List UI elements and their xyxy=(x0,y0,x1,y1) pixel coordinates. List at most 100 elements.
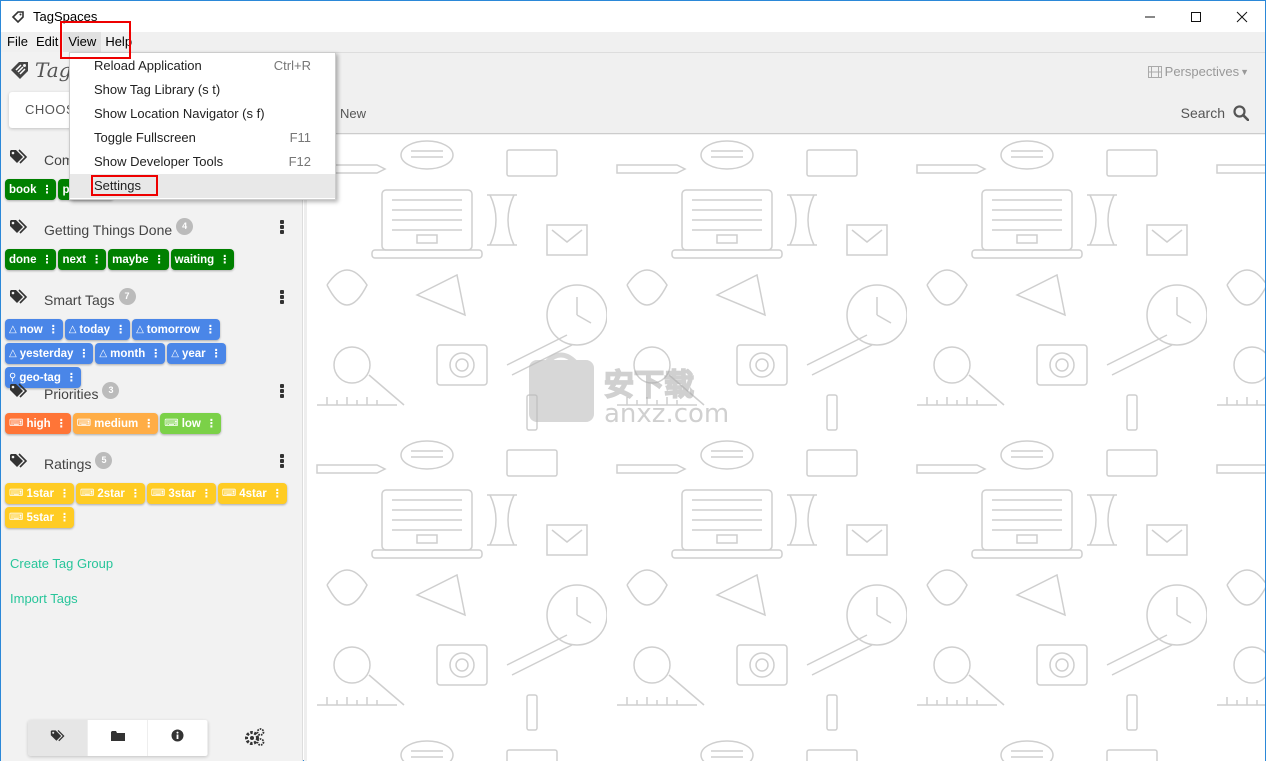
tag-info-icon[interactable]: ⋮ xyxy=(59,511,70,524)
new-button[interactable]: New xyxy=(340,106,366,121)
cogs-icon xyxy=(244,728,266,751)
tags-icon xyxy=(9,219,29,235)
tags-icon xyxy=(50,729,66,748)
tag-label: today xyxy=(79,323,111,336)
tag-info-icon[interactable]: ⋮ xyxy=(150,347,161,360)
tag-label: tomorrow xyxy=(146,323,200,336)
tag-info-icon[interactable]: ⋮ xyxy=(272,487,283,500)
group-menu-icon[interactable] xyxy=(277,218,287,236)
tag-now[interactable]: △ now ⋮ xyxy=(5,319,63,340)
location-navigator-tab[interactable] xyxy=(88,720,148,756)
tag-count-badge: 7 xyxy=(118,288,136,305)
tag-2star[interactable]: ⌨ 2star ⋮ xyxy=(75,483,145,504)
tag-info-icon[interactable]: ⋮ xyxy=(205,323,216,336)
tag-group-priorities: Priorities 3 ⌨ high ⋮ ⌨ medium ⋮ ⌨ low ⋮ xyxy=(1,379,303,434)
tag-waiting[interactable]: waiting ⋮ xyxy=(170,249,235,270)
shortcut-label: F11 xyxy=(289,130,311,145)
tag-label: 5star xyxy=(26,511,54,524)
tag-info-icon[interactable]: ⋮ xyxy=(41,183,52,196)
tag-label: 4star xyxy=(239,487,267,500)
tag-label: 3star xyxy=(168,487,196,500)
tag-info-icon[interactable]: ⋮ xyxy=(115,323,126,336)
menu-item-show-location-navigator[interactable]: Show Location Navigator (s f) xyxy=(70,102,335,126)
tags-icon xyxy=(9,149,29,165)
tag-label: month xyxy=(110,347,146,360)
tag-info-icon[interactable]: ⋮ xyxy=(143,417,154,430)
tag-month[interactable]: △ month ⋮ xyxy=(95,343,166,364)
tag-4star[interactable]: ⌨ 4star ⋮ xyxy=(217,483,287,504)
tag-library-tab[interactable] xyxy=(28,720,88,756)
menu-file[interactable]: File xyxy=(1,32,33,52)
sidebar-bottom-toolbar xyxy=(28,720,208,756)
tag-info-icon[interactable]: ⋮ xyxy=(41,253,52,266)
tag-low[interactable]: ⌨ low ⋮ xyxy=(160,413,221,434)
tag-done[interactable]: done ⋮ xyxy=(5,249,57,270)
app-window: TagSpaces File Edit View Help TagSpaces … xyxy=(0,0,1266,761)
maximize-button[interactable] xyxy=(1173,1,1219,32)
tag-label: book xyxy=(9,183,37,196)
tag-yesterday[interactable]: △ yesterday ⋮ xyxy=(5,343,94,364)
tag-group-getting-things-done: Getting Things Done 4 done ⋮ next ⋮ maybe ⋮ … xyxy=(1,215,303,270)
minimize-button[interactable] xyxy=(1127,1,1173,32)
tag-group-title[interactable]: Getting Things Done 4 xyxy=(44,218,194,238)
group-menu-icon[interactable] xyxy=(277,452,287,470)
menu-item-toggle-fullscreen[interactable]: Toggle Fullscreen F11 xyxy=(70,126,335,150)
tag-group-title-text: Priorities xyxy=(44,386,99,402)
menu-item-label: Reload Application xyxy=(94,58,202,73)
tag-info-icon[interactable]: ⋮ xyxy=(59,487,70,500)
tag-next[interactable]: next ⋮ xyxy=(58,249,107,270)
tag-info-icon[interactable]: ⋮ xyxy=(78,347,89,360)
flask-icon: △ xyxy=(68,324,77,335)
tag-info-icon[interactable]: ⋮ xyxy=(91,253,102,266)
tag-app-icon xyxy=(11,10,25,24)
tag-group-title[interactable]: Smart Tags 7 xyxy=(44,288,136,308)
tag-5star[interactable]: ⌨ 5star ⋮ xyxy=(5,507,74,528)
tag-1star[interactable]: ⌨ 1star ⋮ xyxy=(5,483,74,504)
create-tag-group-link[interactable]: Create Tag Group xyxy=(10,556,113,571)
menu-item-show-tag-library[interactable]: Show Tag Library (s t) xyxy=(70,78,335,102)
tag-label: waiting xyxy=(174,253,215,266)
tag-info-icon[interactable]: ⋮ xyxy=(154,253,165,266)
tag-maybe[interactable]: maybe ⋮ xyxy=(108,249,169,270)
menu-item-label: Show Developer Tools xyxy=(94,154,224,169)
menu-item-show-developer-tools[interactable]: Show Developer Tools F12 xyxy=(70,150,335,174)
menu-bar: File Edit View Help xyxy=(1,32,1265,52)
close-button[interactable] xyxy=(1219,1,1265,32)
group-menu-icon[interactable] xyxy=(277,288,287,306)
tag-label: low xyxy=(181,417,201,430)
tag-group-title[interactable]: Ratings 5 xyxy=(44,452,113,472)
tag-today[interactable]: △ today ⋮ xyxy=(64,319,131,340)
search-button[interactable]: Search xyxy=(1181,105,1249,121)
tag-year[interactable]: △ year ⋮ xyxy=(167,343,226,364)
tag-info-icon[interactable]: ⋮ xyxy=(201,487,212,500)
tag-count-badge: 3 xyxy=(102,382,120,399)
keyboard-icon: ⌨ xyxy=(150,488,166,499)
annotation-box-settings xyxy=(91,175,158,196)
tag-3star[interactable]: ⌨ 3star ⋮ xyxy=(146,483,216,504)
tag-book[interactable]: book ⋮ xyxy=(5,179,57,200)
tag-label: high xyxy=(26,417,51,430)
tag-info-icon[interactable]: ⋮ xyxy=(56,417,67,430)
keyboard-icon: ⌨ xyxy=(9,488,24,499)
menu-edit[interactable]: Edit xyxy=(33,32,63,52)
keyboard-icon: ⌨ xyxy=(221,488,237,499)
tag-group-title[interactable]: Priorities 3 xyxy=(44,382,120,402)
tag-count-badge: 5 xyxy=(95,452,113,469)
tag-medium[interactable]: ⌨ medium ⋮ xyxy=(72,413,159,434)
settings-button[interactable] xyxy=(244,727,268,751)
tag-info-icon[interactable]: ⋮ xyxy=(130,487,141,500)
tags-icon xyxy=(9,453,29,469)
tag-info-icon[interactable]: ⋮ xyxy=(219,253,230,266)
tag-tomorrow[interactable]: △ tomorrow ⋮ xyxy=(132,319,220,340)
about-tab[interactable] xyxy=(148,720,208,756)
keyboard-icon: ⌨ xyxy=(9,512,24,523)
import-tags-link[interactable]: Import Tags xyxy=(10,591,78,606)
tag-label: now xyxy=(19,323,43,336)
tag-high[interactable]: ⌨ high ⋮ xyxy=(5,413,71,434)
group-menu-icon[interactable] xyxy=(277,382,287,400)
tag-info-icon[interactable]: ⋮ xyxy=(211,347,222,360)
perspectives-dropdown[interactable]: Perspectives ▼ xyxy=(1147,64,1249,79)
file-list-area: 安下载 anxz.com xyxy=(304,135,1265,761)
tag-info-icon[interactable]: ⋮ xyxy=(206,417,217,430)
tag-info-icon[interactable]: ⋮ xyxy=(48,323,59,336)
